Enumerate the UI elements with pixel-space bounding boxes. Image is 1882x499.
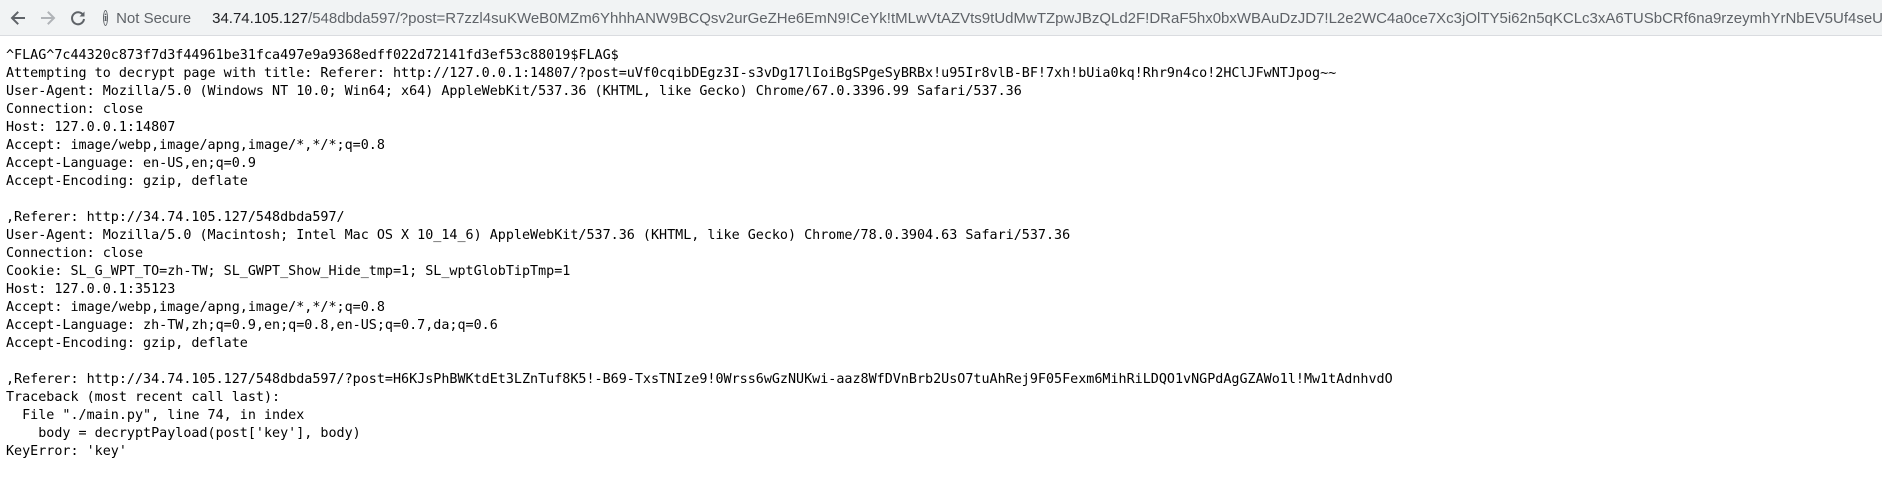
text-line: Accept-Language: en-US,en;q=0.9 [6,156,256,171]
browser-toolbar: i Not Secure 34.74.105.127/548dbda597/?p… [0,0,1882,36]
info-icon[interactable]: i [103,10,109,26]
text-line: Accept: image/webp,image/apng,image/*,*/… [6,138,385,153]
text-line: Accept-Encoding: gzip, deflate [6,336,248,351]
text-line: Host: 127.0.0.1:14807 [6,120,176,135]
arrow-right-icon [41,10,56,25]
back-button[interactable] [4,4,32,32]
text-line: body = decryptPayload(post['key'], body) [6,426,361,441]
text-line: ^FLAG^7c44320c873f7d3f44961be31fca497e9a… [6,48,619,63]
text-line: ,Referer: http://34.74.105.127/548dbda59… [6,210,345,225]
text-line: KeyError: 'key' [6,444,127,459]
text-line: User-Agent: Mozilla/5.0 (Macintosh; Inte… [6,228,1071,243]
text-line: Accept: image/webp,image/apng,image/*,*/… [6,300,385,315]
text-line: Accept-Language: zh-TW,zh;q=0.9,en;q=0.8… [6,318,498,333]
text-line: User-Agent: Mozilla/5.0 (Windows NT 10.0… [6,84,1022,99]
reload-button[interactable] [64,4,92,32]
text-line: File "./main.py", line 74, in index [6,408,305,423]
text-line: Attempting to decrypt page with title: R… [6,66,1337,81]
text-line [6,191,1393,209]
text-line: Connection: close [6,102,144,117]
page-body-text: ^FLAG^7c44320c873f7d3f44961be31fca497e9a… [6,47,1393,461]
text-line [6,353,1393,371]
address-bar[interactable]: i Not Secure 34.74.105.127/548dbda597/?p… [103,4,1882,32]
arrow-left-icon [10,10,25,25]
text-line: ,Referer: http://34.74.105.127/548dbda59… [6,372,1393,387]
text-line: Host: 127.0.0.1:35123 [6,282,176,297]
text-line: Traceback (most recent call last): [6,390,281,405]
text-line: Connection: close [6,246,144,261]
url-path: /548dbda597/?post=R7zzl4suKWeB0MZm6YhhhA… [308,9,1882,27]
url-host: 34.74.105.127 [212,9,309,27]
text-line: Cookie: SL_G_WPT_TO=zh-TW; SL_GWPT_Show_… [6,264,571,279]
reload-icon [71,10,85,25]
forward-button[interactable] [34,4,62,32]
text-line: Accept-Encoding: gzip, deflate [6,174,248,189]
security-label: Not Secure [116,9,192,27]
